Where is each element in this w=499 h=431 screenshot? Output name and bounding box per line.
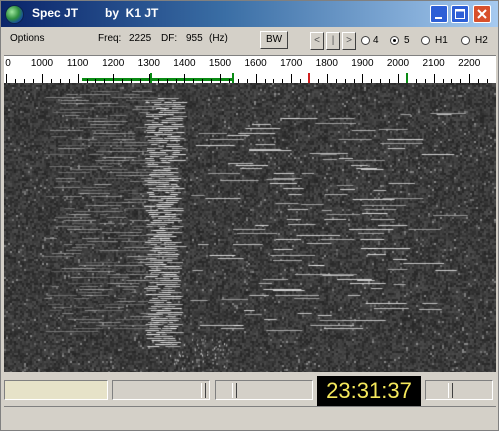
radio-label-h1: H1 bbox=[435, 35, 448, 46]
ruler-label: 1800 bbox=[315, 58, 338, 69]
bottom-strip bbox=[4, 406, 496, 429]
df-value: 955 bbox=[186, 33, 203, 44]
radio-speed-h2[interactable] bbox=[461, 36, 470, 45]
radio-speed-h1[interactable] bbox=[421, 36, 430, 45]
brightness-slider[interactable] bbox=[112, 380, 210, 400]
ruler-label: 1200 bbox=[102, 58, 125, 69]
ruler-label-partial: 0 bbox=[5, 58, 11, 69]
minimize-icon bbox=[435, 17, 442, 19]
radio-speed-5[interactable] bbox=[390, 36, 399, 45]
ruler-label: 1000 bbox=[30, 58, 54, 69]
close-button[interactable] bbox=[473, 5, 491, 23]
ruler-label: 2100 bbox=[422, 58, 445, 69]
radio-label-h2: H2 bbox=[475, 35, 488, 46]
nav-center-button[interactable]: | bbox=[326, 32, 340, 50]
df-label: DF: bbox=[161, 33, 178, 44]
contrast-slider[interactable] bbox=[215, 380, 313, 400]
freq-value: 2225 bbox=[129, 33, 152, 44]
ruler-label: 2000 bbox=[386, 58, 410, 69]
nav-right-button[interactable]: > bbox=[342, 32, 356, 50]
ruler-label: 2200 bbox=[458, 58, 481, 69]
minimize-button[interactable] bbox=[430, 5, 448, 23]
title-bar[interactable]: Spec JT by K1 JT bbox=[1, 1, 498, 27]
maximize-icon bbox=[455, 9, 465, 19]
freq-label: Freq: bbox=[98, 33, 122, 44]
ruler-label: 1600 bbox=[244, 58, 267, 69]
close-icon bbox=[477, 9, 487, 19]
maximize-button[interactable] bbox=[451, 5, 469, 23]
waterfall-display[interactable] bbox=[4, 83, 496, 372]
nav-left-button[interactable]: < bbox=[310, 32, 324, 50]
gain-slider-thumb[interactable] bbox=[448, 383, 453, 398]
df-unit: (Hz) bbox=[209, 33, 228, 44]
radio-label-4: 4 bbox=[373, 35, 379, 46]
ruler-label: 1400 bbox=[173, 58, 196, 69]
gain-slider[interactable] bbox=[425, 380, 493, 400]
ruler-label: 1300 bbox=[137, 58, 160, 69]
spec-jt-window: Spec JT by K1 JT Options Freq: 2225 DF: … bbox=[0, 0, 499, 431]
ruler-label: 1500 bbox=[208, 58, 232, 69]
radio-speed-4[interactable] bbox=[361, 36, 370, 45]
menu-options[interactable]: Options bbox=[10, 33, 44, 44]
utc-clock: 23:31:37 bbox=[317, 376, 421, 406]
status-field bbox=[4, 380, 108, 400]
window-title: Spec JT bbox=[32, 6, 79, 20]
window-author: by K1 JT bbox=[105, 6, 159, 20]
frequency-ruler[interactable]: 0 1000 1100 1200 1300 1400 1500 1600 1700 1800 190… bbox=[4, 55, 496, 84]
contrast-slider-thumb[interactable] bbox=[232, 383, 237, 398]
ruler-label: 1100 bbox=[66, 58, 89, 69]
globe-icon bbox=[5, 5, 24, 24]
bw-button[interactable]: BW bbox=[260, 31, 288, 49]
ruler-label: 1900 bbox=[351, 58, 374, 69]
radio-label-5: 5 bbox=[404, 35, 410, 46]
ruler-label: 1700 bbox=[280, 58, 303, 69]
brightness-slider-thumb[interactable] bbox=[201, 383, 206, 398]
